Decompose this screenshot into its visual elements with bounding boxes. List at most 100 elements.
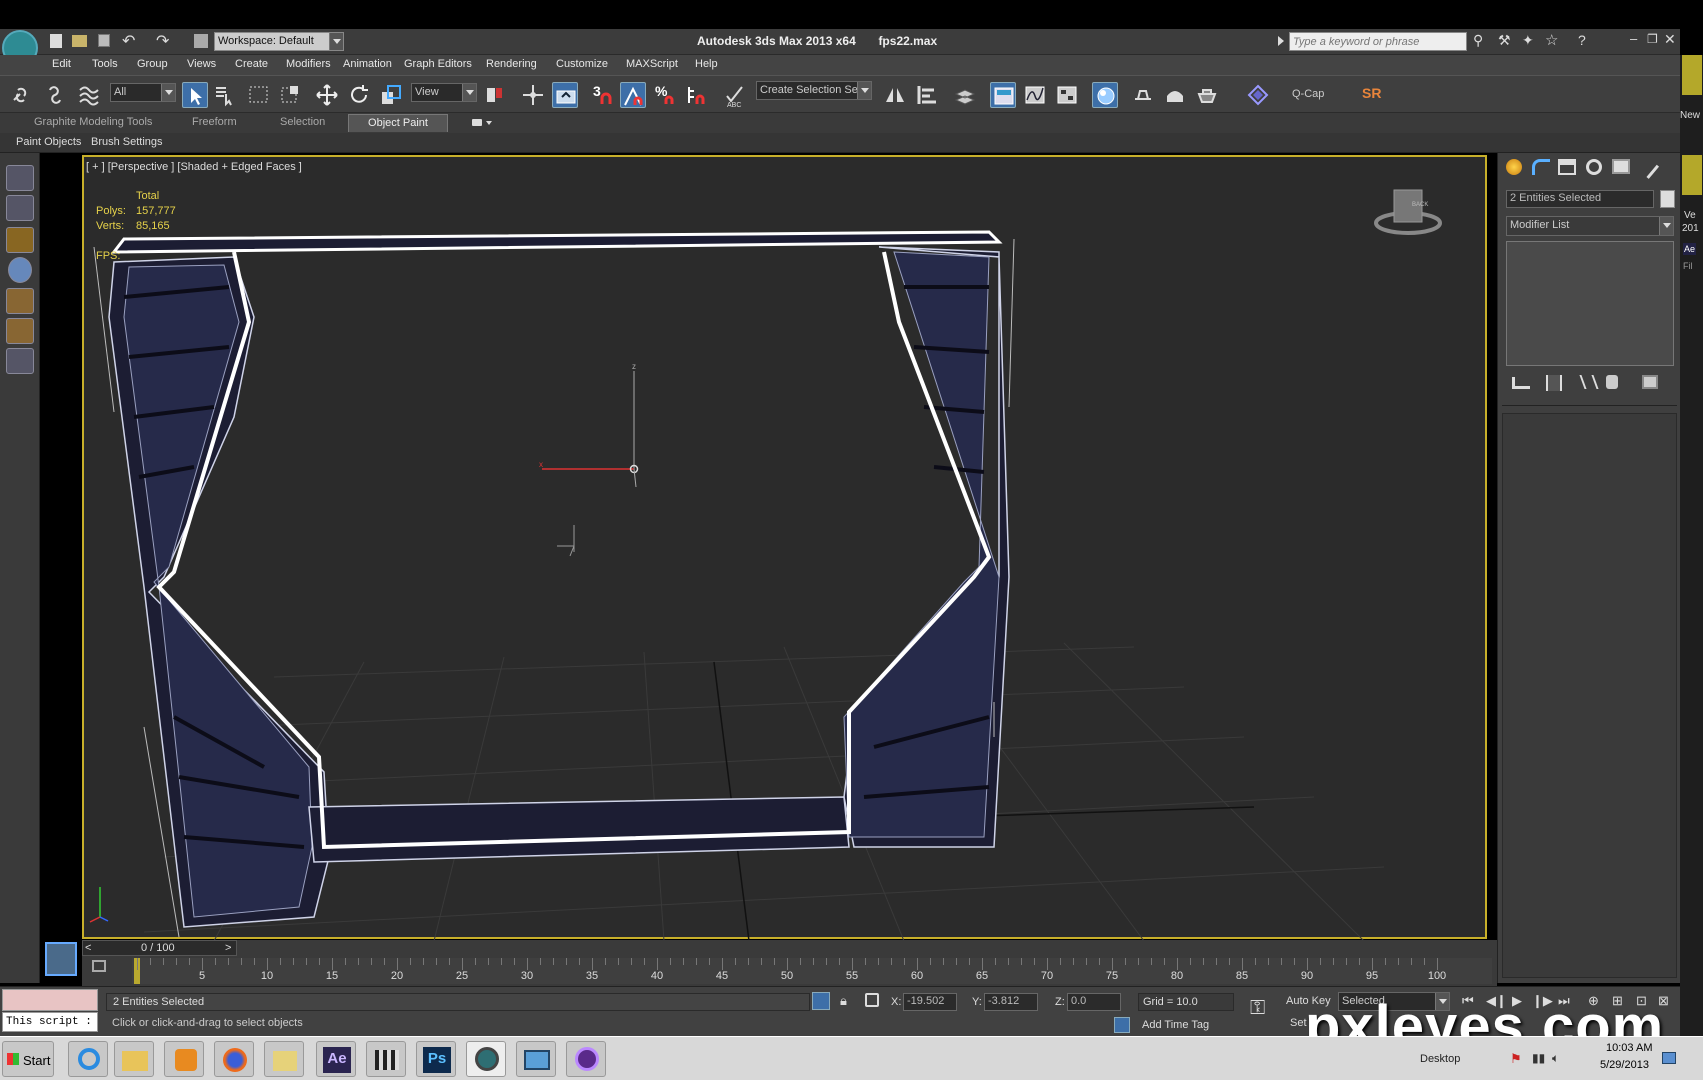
- angle-snap-toggle-icon[interactable]: [620, 82, 646, 108]
- control-panel-icon[interactable]: [516, 1041, 556, 1077]
- after-effects-icon[interactable]: Ae: [316, 1041, 356, 1077]
- modifier-list-dropdown[interactable]: Modifier List: [1506, 216, 1674, 236]
- viewport-scene[interactable]: z x: [84, 157, 1489, 941]
- redo-icon[interactable]: ↷: [156, 31, 169, 51]
- remove-modifier-icon[interactable]: [1606, 375, 1618, 389]
- percent-snap-toggle-icon[interactable]: %: [652, 82, 678, 108]
- 3dsmax-taskbar-icon[interactable]: [466, 1041, 506, 1077]
- start-button[interactable]: Start: [2, 1041, 54, 1077]
- add-time-tag[interactable]: Add Time Tag: [1142, 1019, 1209, 1031]
- notification-flag-icon[interactable]: ⚑: [1510, 1051, 1522, 1067]
- file-explorer-icon[interactable]: [114, 1041, 154, 1077]
- object-name-field[interactable]: 2 Entities Selected: [1506, 190, 1654, 208]
- favorites-star-icon[interactable]: ☆: [1545, 31, 1558, 49]
- help-icon[interactable]: ?: [1578, 32, 1586, 48]
- align-icon[interactable]: [914, 82, 940, 108]
- select-object-icon[interactable]: [182, 82, 208, 108]
- window-crossing-icon[interactable]: [278, 82, 304, 108]
- network-icon[interactable]: ▮▮: [1532, 1051, 1545, 1065]
- viewcube-face-label[interactable]: BACK: [1412, 202, 1428, 208]
- mxs-script-2-icon[interactable]: [6, 195, 34, 221]
- set-key-mode-icon[interactable]: ⚿: [1250, 997, 1265, 1020]
- select-and-manipulate-icon[interactable]: [520, 82, 546, 108]
- select-and-scale-icon[interactable]: [378, 82, 404, 108]
- maxscript-mini-listener[interactable]: This script :: [2, 1012, 98, 1032]
- modifier-stack[interactable]: [1506, 241, 1674, 366]
- subscription-icon[interactable]: ⚒: [1498, 32, 1511, 49]
- undo-icon[interactable]: ↶: [122, 31, 135, 51]
- layer-manager-icon[interactable]: [952, 82, 978, 108]
- trackbar[interactable]: 5 10 15 20 25 30 35 40 45 50 55 60 65 70 75 80 85 90 95 100: [132, 958, 1492, 984]
- selection-lock-icon[interactable]: 🔒︎: [840, 993, 847, 1009]
- vortex-app-icon[interactable]: [566, 1041, 606, 1077]
- schematic-view-icon[interactable]: [1054, 82, 1080, 108]
- pin-stack-icon[interactable]: [1512, 377, 1530, 389]
- project-folder-icon[interactable]: [194, 34, 208, 48]
- tab-object-paint[interactable]: Object Paint: [348, 114, 448, 132]
- add-time-tag-icon[interactable]: [1114, 1017, 1130, 1033]
- isolate-selection-icon[interactable]: [812, 992, 830, 1010]
- menu-graph-editors[interactable]: Graph Editors: [404, 58, 472, 70]
- utilities-tab-icon[interactable]: [1634, 155, 1660, 179]
- firefox-icon[interactable]: [214, 1041, 254, 1077]
- absolute-mode-icon[interactable]: [865, 993, 879, 1007]
- y-coord-field[interactable]: -3.812: [984, 993, 1038, 1011]
- menu-customize[interactable]: Customize: [556, 58, 608, 70]
- mxw-script-icon[interactable]: [6, 288, 34, 314]
- subtab-paint-objects[interactable]: Paint Objects: [16, 136, 81, 148]
- show-desktop-icon[interactable]: [1662, 1052, 1676, 1064]
- tab-graphite-modeling-tools[interactable]: Graphite Modeling Tools: [34, 116, 152, 128]
- trackbar-toggle-icon[interactable]: [92, 960, 106, 972]
- render-setup-icon[interactable]: [1130, 82, 1156, 108]
- bind-space-warp-icon[interactable]: [76, 82, 102, 108]
- select-and-link-icon[interactable]: [8, 82, 34, 108]
- time-slider-next-icon[interactable]: >: [225, 942, 231, 954]
- graphite-plugin-icon[interactable]: [1245, 82, 1271, 108]
- minimize-icon[interactable]: –: [1630, 31, 1637, 46]
- menu-edit[interactable]: Edit: [52, 58, 71, 70]
- viewport-label[interactable]: [ + ] [Perspective ] [Shaded + Edged Fac…: [86, 161, 302, 173]
- hierarchy-tab-icon[interactable]: [1558, 159, 1576, 175]
- restore-icon[interactable]: ❐: [1647, 32, 1658, 46]
- qcap-button[interactable]: Q-Cap: [1292, 88, 1324, 100]
- select-and-move-icon[interactable]: [314, 82, 340, 108]
- keyboard-shortcut-override-icon[interactable]: [552, 82, 578, 108]
- mxw-script-2-icon[interactable]: [6, 318, 34, 344]
- z-coord-field[interactable]: 0.0: [1067, 993, 1121, 1011]
- time-slider-prev-icon[interactable]: <: [85, 942, 91, 954]
- sr-button[interactable]: SR: [1362, 85, 1381, 101]
- binoculars-icon[interactable]: ⚲: [1473, 32, 1483, 49]
- subtab-brush-settings[interactable]: Brush Settings: [91, 136, 163, 148]
- render-production-icon[interactable]: [1194, 82, 1220, 108]
- clock-time[interactable]: 10:03 AM: [1606, 1042, 1652, 1054]
- menu-animation[interactable]: Animation: [343, 58, 392, 70]
- workspace-dropdown[interactable]: Workspace: Default: [214, 32, 344, 51]
- time-slider-track[interactable]: < 0 / 100 >: [82, 940, 237, 956]
- communication-center-icon[interactable]: ✦: [1522, 32, 1534, 49]
- rendered-frame-window-icon[interactable]: [1162, 82, 1188, 108]
- create-tab-icon[interactable]: [1506, 159, 1522, 175]
- modify-tab-icon[interactable]: [1532, 159, 1550, 175]
- open-file-icon[interactable]: [72, 35, 87, 47]
- volume-icon[interactable]: 🔈︎: [1552, 1051, 1559, 1066]
- perspective-viewport[interactable]: z x [ + ] [Perspective ] [Shaded + Edged…: [82, 155, 1489, 941]
- bin-script-icon[interactable]: [6, 348, 34, 374]
- select-and-rotate-icon[interactable]: [346, 82, 372, 108]
- selection-filter-dropdown[interactable]: All: [110, 83, 176, 102]
- snaps-toggle-icon[interactable]: 3: [590, 82, 616, 108]
- new-file-icon[interactable]: [50, 34, 62, 48]
- ribbon-options-button[interactable]: [470, 116, 496, 130]
- display-tab-icon[interactable]: [1612, 159, 1630, 174]
- libraries-icon[interactable]: [264, 1041, 304, 1077]
- rectangular-selection-icon[interactable]: [246, 82, 272, 108]
- n-plugin-icon[interactable]: [6, 227, 34, 253]
- sphere-icon[interactable]: [8, 257, 32, 283]
- make-unique-icon[interactable]: [1579, 375, 1599, 389]
- graphite-toggle-icon[interactable]: [990, 82, 1016, 108]
- named-selection-dropdown[interactable]: Create Selection Se: [756, 81, 872, 100]
- maxscript-listener-pink[interactable]: [2, 989, 98, 1011]
- unlink-selection-icon[interactable]: [42, 82, 68, 108]
- reference-coordinate-dropdown[interactable]: View: [411, 83, 477, 102]
- menu-create[interactable]: Create: [235, 58, 268, 70]
- menu-help[interactable]: Help: [695, 58, 718, 70]
